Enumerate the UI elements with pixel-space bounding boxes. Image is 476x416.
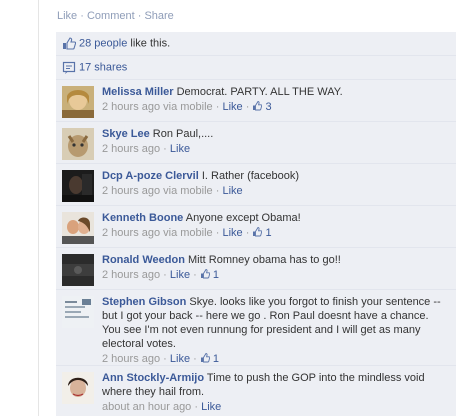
separator: · [190,269,200,281]
comment-time: 2 hours ago via mobile [102,227,213,239]
comment-meta: 2 hours ago via mobile · Like [102,184,448,198]
avatar[interactable] [62,170,94,202]
thumbs-up-icon [200,269,210,279]
avatar[interactable] [62,212,94,244]
comment-meta: 2 hours ago via mobile · Like · 1 [102,226,448,240]
feedback-panel: 28 people like this. 17 shares Melissa M… [56,32,456,416]
comment-item: Skye Lee Ron Paul,.... 2 hours ago · Lik… [56,122,456,164]
comment-author[interactable]: Kenneth Boone [102,212,183,224]
comment-item: Ann Stockly-Armijo Time to push the GOP … [56,366,456,413]
comment-text: Democrat. PARTY. ALL THE WAY. [173,86,343,98]
separator: · [134,10,145,22]
comment-text: Ron Paul,.... [149,128,214,140]
avatar-photo [62,372,94,404]
comment-body: Kenneth Boone Anyone except Obama! 2 hou… [102,211,448,240]
likes-summary: 28 people like this. [56,32,456,56]
comment-author[interactable]: Stephen Gibson [102,296,186,308]
like-link[interactable]: Like [57,10,77,22]
divider-line [38,0,39,416]
comment-body: Ronald Weedon Mitt Romney obama has to g… [102,253,448,282]
comment-meta: about an hour ago · Like [102,400,448,414]
avatar[interactable] [62,296,94,328]
comment-author[interactable]: Ronald Weedon [102,254,185,266]
facebook-post-feedback: Like · Comment · Share 28 people like th… [0,0,476,416]
avatar-photo [62,254,94,286]
comment-meta: 2 hours ago via mobile · Like · 3 [102,100,448,114]
thumbs-up-icon [253,227,263,237]
separator: · [160,269,170,281]
comment-like-link[interactable]: Like [222,101,242,113]
comment-time: 2 hours ago [102,143,161,155]
avatar-photo [62,296,94,328]
comment-item: Stephen Gibson Skye. looks like you forg… [56,290,456,366]
comment-like-link[interactable]: Like [222,185,242,197]
comment-body: Skye Lee Ron Paul,.... 2 hours ago · Lik… [102,127,448,156]
comment-text: Anyone except Obama! [183,212,301,224]
separator: · [212,227,223,239]
comment-like-count[interactable]: 1 [213,353,219,365]
avatar[interactable] [62,254,94,286]
separator: · [212,101,223,113]
comment-body: Stephen Gibson Skye. looks like you forg… [102,295,448,366]
likes-count-link[interactable]: 28 people [79,38,127,50]
comment-item: Ronald Weedon Mitt Romney obama has to g… [56,248,456,290]
comment-like-link[interactable]: Like [222,227,242,239]
share-link[interactable]: Share [144,10,173,22]
comment-author[interactable]: Ann Stockly-Armijo [102,372,204,384]
comment-like-count[interactable]: 1 [266,227,272,239]
thumbs-up-icon [253,101,263,111]
separator: · [242,101,253,113]
separator: · [190,353,200,365]
comment-body: Ann Stockly-Armijo Time to push the GOP … [102,371,448,414]
comment-like-link[interactable]: Like [201,401,221,413]
separator: · [160,353,170,365]
comment-like-link[interactable]: Like [170,143,190,155]
comment-meta: 2 hours ago · Like · 1 [102,352,448,366]
thumbs-up-icon [200,353,210,363]
comment-body: Melissa Miller Democrat. PARTY. ALL THE … [102,85,448,114]
avatar[interactable] [62,128,94,160]
avatar-photo [62,170,94,202]
comment-link[interactable]: Comment [87,10,135,22]
comment-text: Mitt Romney obama has to go!! [184,254,341,266]
comment-item: Melissa Miller Democrat. PARTY. ALL THE … [56,80,456,122]
comment-like-count[interactable]: 3 [266,101,272,113]
comment-time: 2 hours ago via mobile [102,101,213,113]
separator: · [77,10,87,22]
shares-summary: 17 shares [56,56,456,80]
shares-count-link[interactable]: 17 shares [79,62,127,74]
comment-time: about an hour ago [102,401,192,413]
comment-time: 2 hours ago [102,353,161,365]
separator: · [242,227,253,239]
thumbs-up-icon [63,37,76,50]
separator: · [160,143,170,155]
comment-text: I. Rather (facebook) [198,170,300,182]
comment-author[interactable]: Skye Lee [102,128,150,140]
comment-meta: 2 hours ago · Like [102,142,448,156]
separator: · [212,185,223,197]
avatar-photo [62,128,94,160]
comment-like-link[interactable]: Like [170,353,190,365]
avatar[interactable] [62,86,94,118]
comment-body: Dcp A-poze Clervil I. Rather (facebook) … [102,169,448,198]
comment-item: Dcp A-poze Clervil I. Rather (facebook) … [56,164,456,206]
avatar-photo [62,86,94,118]
avatar[interactable] [62,372,94,404]
comment-time: 2 hours ago via mobile [102,185,213,197]
separator: · [191,401,202,413]
comment-author[interactable]: Dcp A-poze Clervil [102,170,199,182]
likes-suffix: like this. [127,37,171,50]
avatar-photo [62,212,94,244]
comment-item: Kenneth Boone Anyone except Obama! 2 hou… [56,206,456,248]
comment-author[interactable]: Melissa Miller [102,86,174,98]
comment-like-count[interactable]: 1 [213,269,219,281]
comment-meta: 2 hours ago · Like · 1 [102,268,448,282]
comment-like-link[interactable]: Like [170,269,190,281]
share-icon [62,61,76,74]
comment-time: 2 hours ago [102,269,161,281]
post-actions: Like · Comment · Share [57,10,174,22]
